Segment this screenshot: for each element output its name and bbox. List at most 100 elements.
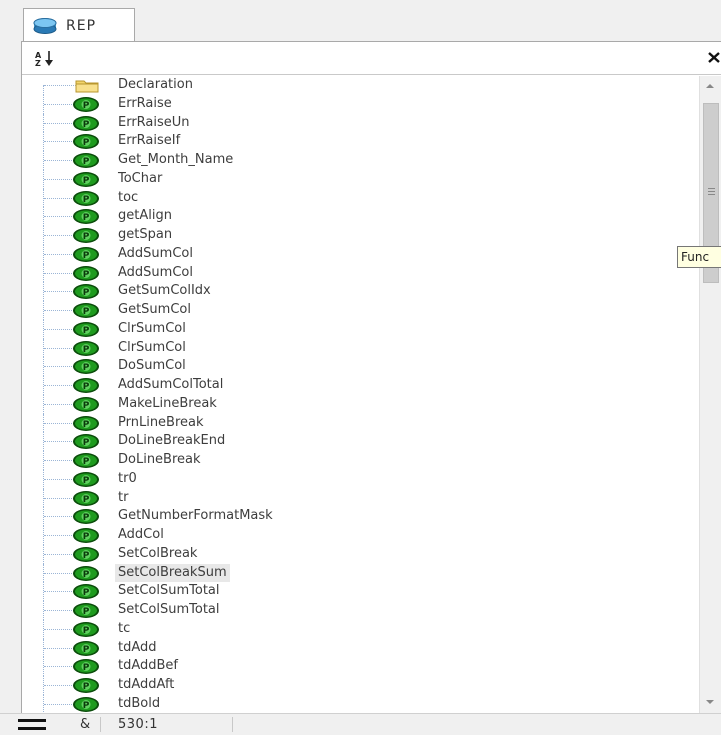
function-icon: P: [73, 453, 99, 468]
function-icon: P: [73, 359, 99, 375]
tree-item-label: tc: [118, 620, 131, 636]
tree-item[interactable]: PgetAlign: [22, 207, 698, 226]
function-icon: P: [73, 603, 99, 618]
scroll-up-icon[interactable]: [706, 84, 714, 88]
function-icon: P: [73, 228, 99, 243]
tree-item-label: SetColBreakSum: [115, 563, 230, 583]
tree-item[interactable]: P ToChar: [22, 169, 698, 189]
function-icon: P: [73, 490, 99, 506]
tree-item-label: AddSumCol: [118, 245, 193, 261]
package-icon: [33, 17, 57, 34]
tree-item[interactable]: P AddCol: [22, 526, 698, 545]
menu-icon[interactable]: [18, 719, 46, 731]
svg-text:P: P: [83, 307, 90, 317]
tree-item-label: MakeLineBreak: [118, 395, 217, 411]
function-icon: P: [73, 546, 99, 562]
tree-connector: [43, 85, 44, 95]
tree-item[interactable]: Ptr: [22, 488, 698, 508]
svg-text:P: P: [83, 626, 90, 636]
tree-item[interactable]: PtdAdd: [22, 638, 698, 658]
function-icon: P: [73, 171, 99, 187]
function-icon: P: [73, 96, 99, 112]
tree-item-label: DoSumCol: [118, 358, 186, 374]
tree-item[interactable]: P SetColBreakSum: [22, 563, 698, 583]
tree-item[interactable]: P ErrRaise: [22, 94, 698, 114]
function-icon: P: [73, 115, 99, 131]
tree-item[interactable]: P ErrRaiseUn: [22, 113, 698, 133]
toolbar: A Z: [22, 42, 721, 75]
vertical-scrollbar[interactable]: [699, 76, 721, 714]
tree-item[interactable]: P ErrRaiseIf: [22, 132, 698, 151]
tree-item[interactable]: Ptr0: [22, 469, 698, 489]
svg-text:P: P: [83, 176, 90, 186]
tree-item-label: DoLineBreak: [118, 452, 201, 467]
svg-text:P: P: [83, 513, 90, 523]
tree-item[interactable]: P GetSumColIdx: [22, 282, 698, 301]
tree-item[interactable]: P GetNumberFormatMask: [22, 507, 698, 526]
tree-item[interactable]: P GetSumCol: [22, 301, 698, 320]
close-icon[interactable]: [705, 48, 721, 66]
svg-text:P: P: [83, 401, 90, 411]
tree-item-label: AddSumColTotal: [118, 377, 224, 392]
tree-connector: [44, 85, 76, 86]
cursor-position: 530:1: [118, 717, 158, 732]
status-bar: & 530:1: [0, 713, 721, 735]
tree-item[interactable]: Ptoc: [22, 188, 698, 208]
tree-item[interactable]: P Get_Month_Name: [22, 151, 698, 170]
svg-text:P: P: [83, 476, 90, 486]
tree-item-label: DoLineBreakEnd: [118, 433, 226, 449]
tree-item[interactable]: P DoLineBreakEnd: [22, 432, 698, 451]
tree-item[interactable]: Ptc: [22, 619, 698, 639]
tab-rep[interactable]: REP: [23, 8, 135, 42]
tree-item[interactable]: P DoSumCol: [22, 357, 698, 376]
function-icon: P: [73, 190, 99, 206]
svg-text:P: P: [83, 382, 90, 392]
function-icon: P: [73, 209, 99, 225]
tree-item[interactable]: P SetColBreak: [22, 544, 698, 564]
svg-text:P: P: [83, 495, 90, 505]
function-icon: P: [73, 621, 99, 637]
tree-item-label: tdBold: [118, 695, 161, 711]
scroll-down-icon[interactable]: [706, 700, 714, 704]
folder-icon: [75, 80, 99, 93]
tree-item-label: toc: [118, 189, 139, 205]
function-icon: P: [73, 696, 99, 712]
tree-item[interactable]: PtdAddAft: [22, 676, 698, 695]
svg-text:P: P: [83, 607, 90, 617]
outline-tree: Declaration P ErrRaise P ErrRaiseUn P ErrRaise…: [22, 76, 698, 714]
tree-item[interactable]: PgetSpan: [22, 226, 698, 245]
tree-item[interactable]: P ClrSumCol: [22, 319, 698, 339]
tree-item[interactable]: P AddSumCol: [22, 244, 698, 264]
tree-item[interactable]: P ClrSumCol: [22, 338, 698, 358]
tree-item[interactable]: P AddSumColTotal: [22, 376, 698, 395]
tree-item-label: getSpan: [118, 227, 173, 242]
tree-item-label: SetColBreak: [118, 545, 198, 561]
svg-text:P: P: [83, 120, 90, 130]
tree-item[interactable]: PtdBold: [22, 694, 698, 714]
svg-text:P: P: [83, 663, 90, 673]
svg-text:P: P: [83, 682, 90, 692]
svg-text:P: P: [83, 270, 90, 280]
tree-item[interactable]: PtdAddBef: [22, 657, 698, 676]
tree-item[interactable]: P MakeLineBreak: [22, 394, 698, 414]
function-icon: P: [73, 303, 99, 318]
tree-item[interactable]: P SetColSumTotal: [22, 582, 698, 601]
tree-item[interactable]: P AddSumCol: [22, 263, 698, 283]
function-icon: P: [73, 471, 99, 487]
tree-item[interactable]: P SetColSumTotal: [22, 601, 698, 620]
sort-az-icon[interactable]: A Z: [34, 49, 56, 67]
tree-item-label: AddCol: [118, 527, 164, 542]
tree-item[interactable]: Declaration: [22, 76, 698, 95]
tab-label: REP: [66, 17, 97, 34]
tree-item-label: getAlign: [118, 208, 172, 224]
svg-text:P: P: [83, 101, 90, 111]
tree-item-label: ErrRaiseUn: [118, 114, 190, 130]
tree-item-label: ToChar: [118, 170, 163, 186]
function-icon: P: [73, 528, 99, 543]
tree-item[interactable]: P DoLineBreak: [22, 451, 698, 470]
svg-text:P: P: [83, 457, 90, 467]
tree-item-label: tr0: [118, 470, 137, 486]
tab-bar: REP: [0, 0, 721, 42]
tree-item[interactable]: P PrnLineBreak: [22, 413, 698, 433]
tree-item-label: SetColSumTotal: [118, 602, 220, 617]
